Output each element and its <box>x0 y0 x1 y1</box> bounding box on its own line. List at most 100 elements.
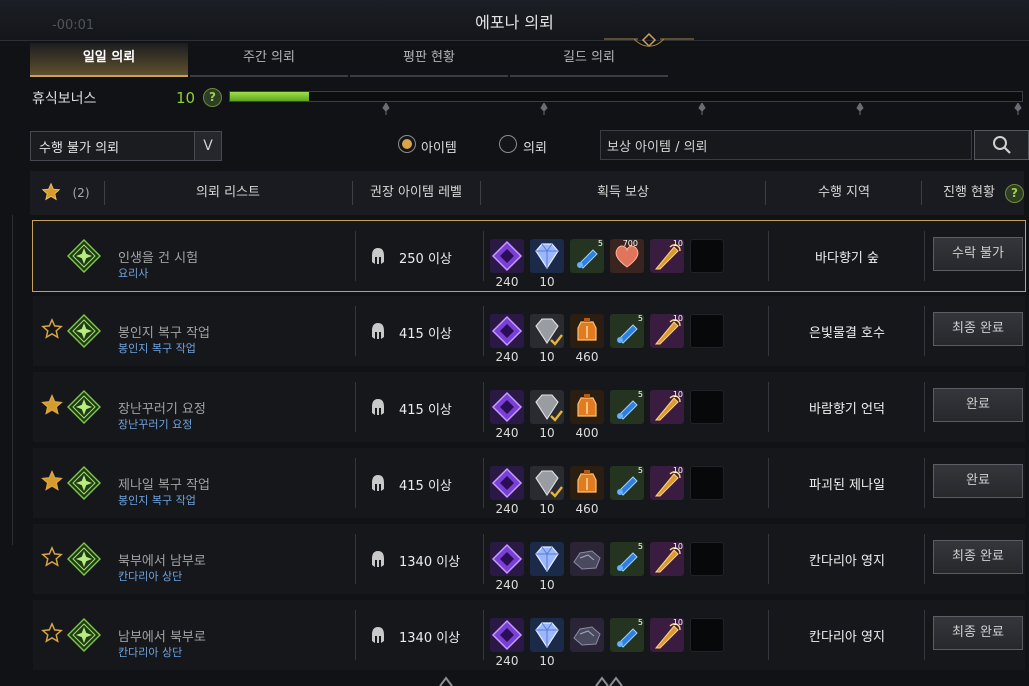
orange-lantern-icon <box>570 466 604 500</box>
quest-row[interactable]: 제나일 복구 작업 봉인지 복구 작업 415 이상 240 10 460 5 10 파… <box>33 448 1025 518</box>
helmet-icon <box>372 475 384 491</box>
grey-gem-check-icon <box>530 466 564 500</box>
reward-item[interactable]: 5 <box>610 390 644 424</box>
header-divider <box>480 181 481 205</box>
favorite-star-icon[interactable] <box>41 470 63 492</box>
quest-status-button[interactable]: 최종 완료 <box>933 616 1023 650</box>
quest-name: 봉인지 복구 작업 <box>118 326 210 341</box>
tab-guild[interactable]: 길드 의뢰 <box>510 43 668 77</box>
reward-item[interactable]: 10 <box>650 314 684 348</box>
quest-row[interactable]: 장난꾸러기 요정 장난꾸러기 요정 415 이상 240 10 400 5 10 바람향… <box>33 372 1025 442</box>
rest-bonus-help-icon[interactable]: ? <box>203 88 222 107</box>
empty-reward-slot[interactable] <box>690 466 724 500</box>
reward-badge: 10 <box>672 466 683 475</box>
favorite-star-icon[interactable] <box>41 546 63 568</box>
empty-reward-slot[interactable] <box>690 542 724 576</box>
reward-item[interactable] <box>490 314 524 348</box>
radio-item[interactable] <box>398 135 416 153</box>
chevron-down-icon[interactable]: V <box>194 132 221 160</box>
reward-item[interactable]: 700 <box>610 239 644 273</box>
blue-gem-icon <box>530 239 564 273</box>
quest-row[interactable]: 북부에서 남부로 칸다리아 상단 1340 이상 240 10 5 10 칸다리아 영… <box>33 524 1025 594</box>
grey-gem-check-icon <box>530 390 564 424</box>
radio-quest[interactable] <box>499 135 517 153</box>
quest-row[interactable]: 남부에서 북부로 칸다리아 상단 1340 이상 240 10 5 10 칸다리아 영… <box>33 600 1025 670</box>
reward-item[interactable]: 10 <box>650 618 684 652</box>
reward-item[interactable]: 10 <box>650 239 684 273</box>
reward-item[interactable] <box>530 542 564 576</box>
reward-item[interactable]: 5 <box>610 618 644 652</box>
reward-count: 240 <box>495 578 519 592</box>
tab-reputation[interactable]: 평판 현황 <box>350 43 508 77</box>
row-divider <box>768 610 769 660</box>
reward-item[interactable]: 5 <box>570 239 604 273</box>
search-input[interactable]: 보상 아이템 / 의뢰 <box>600 130 972 160</box>
reward-item[interactable]: 10 <box>650 542 684 576</box>
reward-item[interactable] <box>570 466 604 500</box>
quest-row[interactable]: 봉인지 복구 작업 봉인지 복구 작업 415 이상 240 10 460 5 10 은… <box>33 296 1025 366</box>
quest-name: 북부에서 남부로 <box>118 554 206 569</box>
quest-status-button[interactable]: 최종 완료 <box>933 540 1023 574</box>
empty-reward-slot[interactable] <box>690 618 724 652</box>
favorite-star-icon[interactable] <box>41 182 61 202</box>
table-header: (2) 의뢰 리스트 권장 아이템 레벨 획득 보상 수행 지역 진행 현황 ? <box>30 171 1024 215</box>
quest-status-button[interactable]: 수락 불가 <box>933 237 1023 271</box>
favorite-star-icon[interactable] <box>41 622 63 644</box>
quest-status-button[interactable]: 최종 완료 <box>933 312 1023 346</box>
reward-item[interactable] <box>570 618 604 652</box>
reward-item[interactable]: 5 <box>610 466 644 500</box>
reward-item[interactable] <box>490 390 524 424</box>
reward-item[interactable] <box>570 542 604 576</box>
quest-status-button[interactable]: 완료 <box>933 464 1023 498</box>
favorite-star-icon[interactable] <box>41 318 63 340</box>
status-help-icon[interactable]: ? <box>1005 184 1024 203</box>
reward-badge: 5 <box>637 314 643 323</box>
reward-item[interactable] <box>530 390 564 424</box>
purple-crystal-icon <box>490 466 524 500</box>
row-divider <box>483 534 484 584</box>
reward-count: 10 <box>539 578 555 592</box>
header-divider <box>765 181 766 205</box>
rest-bar-tick-icon <box>698 103 706 115</box>
reward-item[interactable] <box>530 314 564 348</box>
item-level-value: 1340 이상 <box>399 555 461 570</box>
rest-bonus-value: 10 <box>176 89 196 107</box>
reward-item[interactable] <box>570 314 604 348</box>
reward-item[interactable] <box>570 390 604 424</box>
item-level-value: 250 이상 <box>399 252 452 267</box>
reward-item[interactable]: 10 <box>650 466 684 500</box>
row-divider <box>768 534 769 584</box>
radio-quest-label[interactable]: 의뢰 <box>523 137 547 156</box>
reward-item[interactable] <box>530 239 564 273</box>
item-level-value: 415 이상 <box>399 403 452 418</box>
radio-item-label[interactable]: 아이템 <box>421 137 457 156</box>
quest-subtitle: 봉인지 복구 작업 <box>118 494 196 507</box>
reward-item[interactable] <box>490 618 524 652</box>
empty-reward-slot[interactable] <box>690 390 724 424</box>
quest-filter-dropdown[interactable]: 수행 불가 의뢰 V <box>30 131 222 161</box>
pagination-arrows-icon[interactable] <box>430 676 630 686</box>
quest-row[interactable]: 인생을 건 시험 요리사 250 이상 240 10 5 700 10 바다향기 숲 수… <box>32 220 1026 292</box>
header-divider <box>921 181 922 205</box>
reward-item[interactable]: 5 <box>610 542 644 576</box>
reward-item[interactable] <box>490 466 524 500</box>
helmet-icon <box>372 248 384 264</box>
row-divider <box>924 534 925 584</box>
reward-item[interactable] <box>490 239 524 273</box>
rest-bar-tick-icon <box>856 103 864 115</box>
reward-item[interactable]: 5 <box>610 314 644 348</box>
item-level-value: 1340 이상 <box>399 631 461 646</box>
empty-reward-slot[interactable] <box>690 314 724 348</box>
reward-item[interactable] <box>490 542 524 576</box>
favorite-star-icon[interactable] <box>41 394 63 416</box>
search-button[interactable] <box>974 130 1029 160</box>
reward-item[interactable] <box>530 618 564 652</box>
reward-item[interactable] <box>530 466 564 500</box>
reward-item[interactable]: 10 <box>650 390 684 424</box>
orange-lantern-icon <box>570 390 604 424</box>
quest-subtitle: 요리사 <box>118 267 149 280</box>
quest-status-button[interactable]: 완료 <box>933 388 1023 422</box>
tab-weekly[interactable]: 주간 의뢰 <box>190 43 348 77</box>
empty-reward-slot[interactable] <box>690 239 724 273</box>
tab-daily[interactable]: 일일 의뢰 <box>30 43 188 77</box>
